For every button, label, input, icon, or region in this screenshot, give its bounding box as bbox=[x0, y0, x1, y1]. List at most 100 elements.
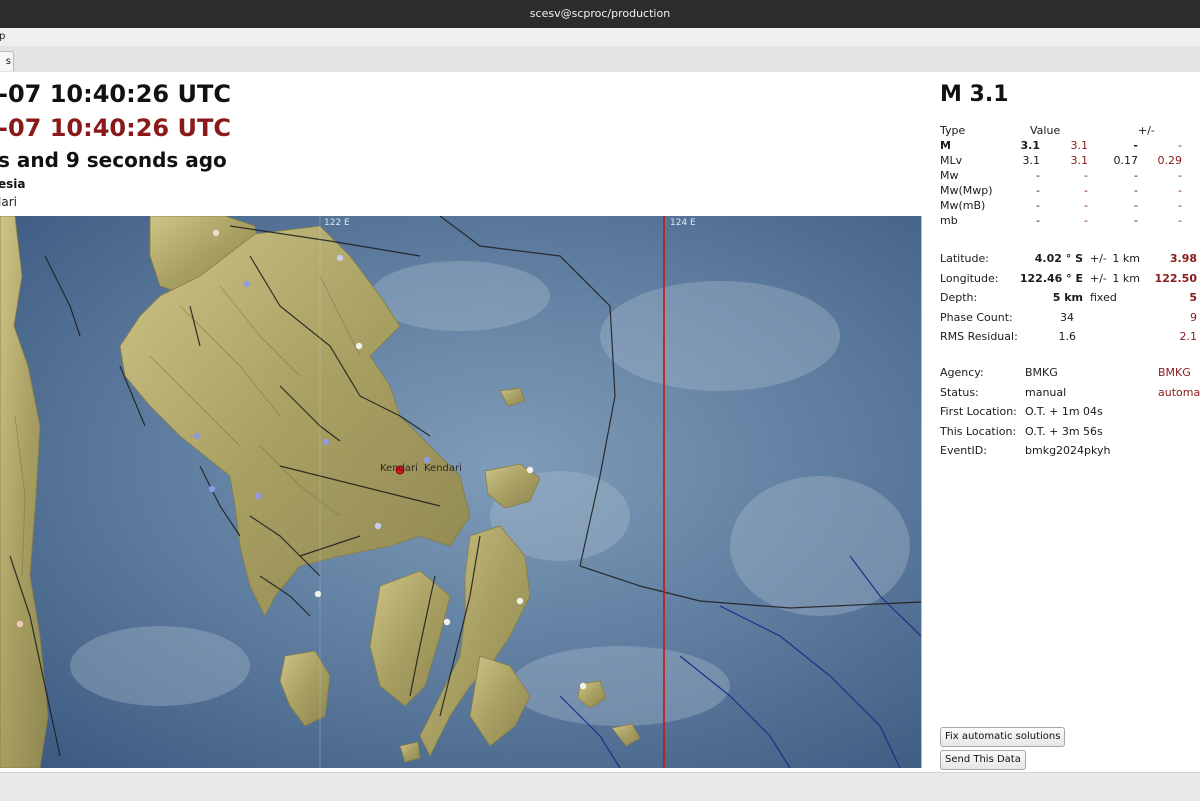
location-label: Longitude: bbox=[940, 271, 999, 285]
station-marker[interactable] bbox=[526, 466, 534, 474]
info-label: First Location: bbox=[940, 405, 1017, 418]
location-label: RMS Residual: bbox=[940, 330, 1018, 343]
city-label-kendari-2: Kendari bbox=[424, 463, 462, 474]
magnitude-row-mlv: MLv 3.1 3.1 0.17 0.29 bbox=[940, 154, 1200, 169]
station-marker[interactable] bbox=[212, 229, 220, 237]
info-row-status: Status: manual automa bbox=[940, 386, 1200, 406]
location-value-automatic: 9 bbox=[1190, 310, 1197, 324]
mag-uncertainty: - bbox=[1133, 139, 1138, 152]
info-row-event-id: EventID: bmkg2024pkyh bbox=[940, 444, 1200, 464]
mag-value-automatic: - bbox=[1084, 214, 1088, 227]
station-marker[interactable] bbox=[579, 682, 587, 690]
info-value-automatic: BMKG bbox=[1158, 366, 1191, 379]
origin-time-automatic: -07 10:40:26 UTC bbox=[0, 114, 231, 142]
station-marker[interactable] bbox=[208, 485, 216, 493]
mag-value-automatic: - bbox=[1084, 169, 1088, 182]
magnitude-row-mwmb: Mw(mB) - - - - bbox=[940, 199, 1200, 214]
city-label-kendari: Kendari bbox=[380, 463, 418, 474]
menu-bar: p bbox=[0, 28, 1200, 46]
mag-uncertainty: - bbox=[1134, 214, 1138, 227]
nearest-city: lari bbox=[0, 195, 17, 209]
location-pm: +/- bbox=[1090, 252, 1107, 265]
info-value: bmkg2024pkyh bbox=[1025, 444, 1111, 457]
info-value-automatic: automa bbox=[1158, 385, 1200, 399]
mag-type: Mw(Mwp) bbox=[940, 184, 993, 197]
station-marker[interactable] bbox=[355, 342, 363, 350]
menu-item[interactable]: p bbox=[0, 28, 5, 46]
location-value-automatic: 2.1 bbox=[1179, 330, 1198, 343]
location-value: 4.02 ° S bbox=[1034, 252, 1083, 265]
magnitude-row-mw: Mw - - - - bbox=[940, 169, 1200, 184]
info-row-this-location: This Location: O.T. + 3m 56s bbox=[940, 425, 1200, 445]
mag-value: 3.1 bbox=[1020, 139, 1041, 152]
mag-type: Mw(mB) bbox=[940, 199, 986, 212]
location-row-latitude: Latitude: 4.02 ° S +/- 1 km 3.98 bbox=[940, 252, 1200, 272]
mag-uncertainty: 0.17 bbox=[1113, 154, 1139, 167]
location-label: Depth: bbox=[940, 291, 978, 304]
fix-automatic-solutions-button[interactable]: Fix automatic solutions bbox=[940, 727, 1066, 747]
mag-uncertainty-automatic: - bbox=[1178, 139, 1182, 152]
tab-summary[interactable]: s bbox=[0, 51, 14, 71]
location-uncertainty: 1 km bbox=[1112, 271, 1140, 285]
location-value: 34 bbox=[1060, 310, 1074, 324]
station-marker[interactable] bbox=[443, 618, 451, 626]
region-name: esia bbox=[0, 177, 26, 191]
origin-time: -07 10:40:26 UTC bbox=[0, 80, 231, 108]
info-value: O.T. + 1m 04s bbox=[1025, 405, 1103, 418]
mag-uncertainty-automatic: 0.29 bbox=[1157, 154, 1183, 167]
mag-uncertainty: - bbox=[1134, 199, 1138, 212]
mag-type: M bbox=[940, 139, 951, 152]
location-value: 122.46 ° E bbox=[1019, 271, 1083, 285]
event-info-panel: Agency: BMKG BMKG Status: manual automa … bbox=[940, 366, 1200, 464]
mag-uncertainty-automatic: - bbox=[1178, 199, 1182, 212]
lon-label-122e: 122 E bbox=[324, 218, 350, 228]
map-canvas[interactable]: 122 E 124 E Kendari Kendari bbox=[0, 216, 921, 768]
magnitude-row-mb: mb - - - - bbox=[940, 214, 1200, 229]
location-row-phase-count: Phase Count: 34 9 bbox=[940, 311, 1200, 331]
info-value: BMKG bbox=[1025, 366, 1058, 379]
location-uncertainty: 1 km bbox=[1112, 252, 1140, 265]
mag-type: mb bbox=[940, 214, 958, 227]
station-marker[interactable] bbox=[254, 492, 262, 500]
station-marker[interactable] bbox=[243, 280, 251, 288]
magnitude-headline: M 3.1 bbox=[940, 82, 1009, 107]
mag-value-automatic: 3.1 bbox=[1070, 154, 1089, 167]
lon-label-124e: 124 E bbox=[670, 218, 696, 228]
location-row-depth: Depth: 5 km fixed 5 bbox=[940, 291, 1200, 311]
location-value-automatic: 122.50 bbox=[1154, 271, 1197, 285]
magnitude-table-header: Type Value +/- bbox=[940, 124, 1200, 139]
station-marker[interactable] bbox=[516, 597, 524, 605]
send-this-data-button[interactable]: Send This Data bbox=[940, 750, 1026, 770]
tab-bar: s bbox=[0, 46, 1200, 73]
station-marker[interactable] bbox=[16, 620, 24, 628]
event-map[interactable]: 122 E 124 E Kendari Kendari bbox=[0, 216, 922, 768]
header-uncertainty: +/- bbox=[1138, 124, 1155, 137]
mag-value-automatic: 3.1 bbox=[1070, 139, 1089, 152]
mag-value: - bbox=[1036, 169, 1040, 182]
magnitude-row-m: M 3.1 3.1 - - bbox=[940, 139, 1200, 154]
location-value-automatic: 3.98 bbox=[1169, 252, 1197, 265]
window-title-bar: scesv@scproc/production bbox=[0, 0, 1200, 28]
mag-uncertainty: - bbox=[1134, 184, 1138, 197]
info-label: EventID: bbox=[940, 444, 987, 457]
window-title: scesv@scproc/production bbox=[529, 7, 671, 20]
station-marker[interactable] bbox=[314, 590, 322, 598]
station-marker[interactable] bbox=[322, 438, 330, 446]
mag-uncertainty: - bbox=[1134, 169, 1138, 182]
mag-value-automatic: - bbox=[1084, 184, 1088, 197]
location-depth-type: fixed bbox=[1090, 291, 1117, 304]
mag-type: Mw bbox=[940, 169, 959, 182]
location-panel: Latitude: 4.02 ° S +/- 1 km 3.98 Longitu… bbox=[940, 252, 1200, 350]
info-label: Status: bbox=[940, 385, 979, 399]
location-value: 5 km bbox=[1052, 291, 1083, 304]
station-marker[interactable] bbox=[374, 522, 382, 530]
mag-value: - bbox=[1036, 199, 1040, 212]
location-pm: +/- bbox=[1090, 271, 1107, 285]
station-marker[interactable] bbox=[336, 254, 344, 262]
station-marker[interactable] bbox=[193, 432, 201, 440]
info-value: manual bbox=[1025, 385, 1067, 399]
location-row-longitude: Longitude: 122.46 ° E +/- 1 km 122.50 bbox=[940, 272, 1200, 292]
location-value: 1.6 bbox=[1058, 330, 1077, 343]
mag-type: MLv bbox=[940, 154, 963, 167]
location-label: Phase Count: bbox=[940, 310, 1013, 324]
